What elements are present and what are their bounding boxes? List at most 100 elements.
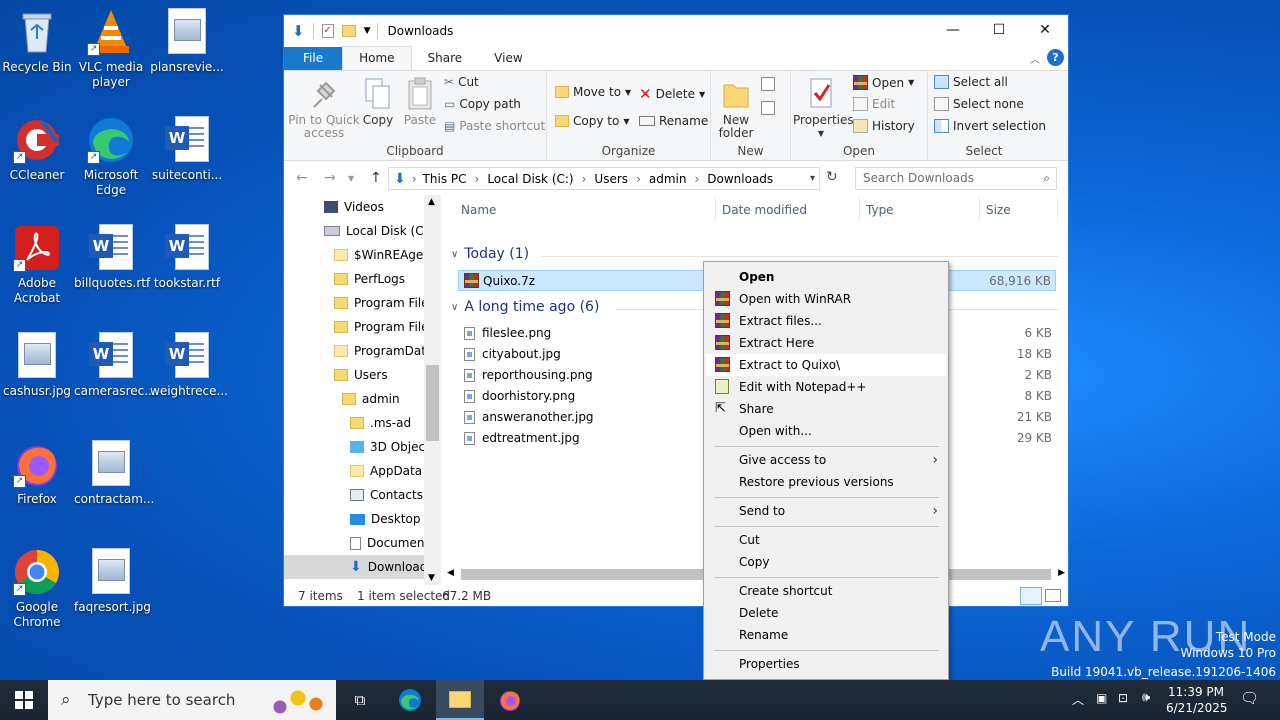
navigation-scrollbar[interactable]: ▲ ▼ (424, 195, 441, 585)
nav-item-winreagent[interactable]: $WinREAgent (334, 243, 436, 267)
open-button[interactable]: Open ▼ (853, 75, 914, 90)
copy-to-button[interactable]: Copy to ▼ (555, 114, 629, 128)
nav-item-ms-ad[interactable]: .ms-ad (350, 411, 411, 435)
paste-shortcut-button[interactable]: ▤ Paste shortcut (444, 119, 545, 133)
desktop-icon-billquotes[interactable]: W billquotes.rtf (74, 224, 150, 291)
close-button[interactable]: ✕ (1022, 15, 1068, 45)
tab-home[interactable]: Home (342, 46, 412, 70)
address-bar[interactable]: ⬇ › This PC › Local Disk (C:) › Users › … (388, 167, 820, 190)
network-status-icon[interactable]: ▣ (1096, 691, 1107, 705)
scroll-down-icon[interactable]: ▼ (428, 573, 435, 583)
copy-path-button[interactable]: ▭ Copy path (444, 97, 521, 111)
new-folder-button[interactable]: New folder (715, 77, 757, 140)
minimize-button[interactable]: — (930, 15, 976, 45)
pin-quick-access-button[interactable]: Pin to Quick access (288, 77, 360, 140)
scroll-left-icon[interactable]: ◀ (447, 568, 454, 578)
forward-arrow-icon[interactable]: → (324, 170, 336, 186)
volume-icon[interactable]: 🕪 (1142, 690, 1150, 705)
menu-item-rename[interactable]: Rename (706, 624, 946, 646)
desktop-icon-cashusr[interactable]: cashusr.jpg (0, 332, 74, 399)
column-date-modified[interactable]: Date modified (722, 203, 807, 217)
scroll-thumb[interactable] (426, 365, 439, 441)
desktop-icon-edge[interactable]: ↗ Microsoft Edge (74, 116, 148, 198)
copy-button[interactable]: Copy (360, 77, 396, 127)
desktop-icon-recycle-bin[interactable]: Recycle Bin (0, 8, 74, 75)
nav-item-documents[interactable]: Documents (350, 531, 435, 555)
desktop-icon-vlc[interactable]: ↗ VLC media player (74, 8, 148, 90)
nav-item-desktop[interactable]: Desktop (350, 507, 421, 531)
nav-item-videos[interactable]: Videos (324, 195, 384, 219)
nav-item-programdata[interactable]: ProgramData (334, 339, 433, 363)
select-none-button[interactable]: Select none (934, 97, 1024, 111)
menu-item-copy[interactable]: Copy (706, 551, 946, 573)
paste-button[interactable]: Paste (402, 77, 438, 127)
history-button[interactable]: History (853, 119, 915, 133)
breadcrumb-admin[interactable]: admin (649, 172, 687, 186)
menu-item-open[interactable]: Open (706, 266, 946, 288)
new-item-icon[interactable] (761, 77, 775, 91)
nav-item-admin[interactable]: admin (342, 387, 400, 411)
breadcrumb-local-disk[interactable]: Local Disk (C:) (487, 172, 573, 186)
menu-item-restore-previous-versions[interactable]: Restore previous versions (706, 471, 946, 493)
menu-item-open-with-winrar[interactable]: Open with WinRAR (706, 288, 946, 310)
column-type[interactable]: Type (866, 203, 894, 217)
desktop-icon-faqresort[interactable]: faqresort.jpg (74, 548, 151, 615)
notifications-icon[interactable]: 🗨 (1240, 689, 1259, 707)
tab-view[interactable]: View (478, 47, 538, 70)
menu-item-properties[interactable]: Properties (706, 653, 946, 675)
rename-button[interactable]: Rename (639, 114, 708, 128)
menu-item-extract-to-quixo[interactable]: Extract to Quixo\ (706, 354, 946, 376)
move-to-button[interactable]: Move to ▼ (555, 85, 631, 99)
tab-file[interactable]: File (284, 47, 343, 70)
menu-item-cut[interactable]: Cut (706, 529, 946, 551)
edit-button[interactable]: Edit (853, 97, 895, 111)
menu-item-edit-with-notepadpp[interactable]: Edit with Notepad++ (706, 376, 946, 398)
desktop-icon-acrobat[interactable]: ↗ Adobe Acrobat (0, 224, 74, 306)
nav-item-users[interactable]: Users (334, 363, 388, 387)
delete-button[interactable]: ✕ Delete ▼ (639, 85, 705, 103)
properties-check-icon[interactable]: ✓ (321, 24, 334, 38)
group-header-long-time-ago[interactable]: ∨ A long time ago (6) (451, 299, 599, 315)
select-all-button[interactable]: Select all (934, 75, 1008, 89)
new-folder-icon[interactable] (341, 25, 356, 37)
easy-access-icon[interactable] (761, 101, 775, 115)
recent-locations-icon[interactable]: ▼ (348, 174, 354, 183)
cut-button[interactable]: ✂ Cut (444, 75, 479, 89)
breadcrumb-downloads[interactable]: Downloads (707, 172, 773, 186)
column-name[interactable]: Name (461, 203, 496, 217)
task-view-button[interactable]: ⧉ (336, 680, 384, 720)
breadcrumb-this-pc[interactable]: This PC (423, 172, 467, 186)
search-input[interactable]: Search Downloads ⌕ (855, 167, 1057, 190)
menu-item-extract-files[interactable]: Extract files... (706, 310, 946, 332)
customize-toolbar-icon[interactable]: ▼ (364, 26, 371, 36)
taskbar-search-box[interactable]: ⌕ Type here to search (48, 680, 336, 720)
desktop-icon-firefox[interactable]: ↗ Firefox (0, 440, 74, 507)
properties-button[interactable]: Properties ▼ (793, 77, 854, 140)
menu-item-create-shortcut[interactable]: Create shortcut (706, 580, 946, 602)
nav-item-appdata[interactable]: AppData (350, 459, 422, 483)
network-icon[interactable]: ⊡ (1118, 691, 1128, 705)
large-icons-view-icon[interactable] (1045, 589, 1061, 602)
help-icon[interactable]: ? (1047, 49, 1064, 66)
taskbar-file-explorer[interactable] (436, 680, 484, 720)
breadcrumb-users[interactable]: Users (594, 172, 628, 186)
nav-item-contacts[interactable]: Contacts (350, 483, 423, 507)
start-button[interactable] (0, 680, 48, 720)
maximize-button[interactable]: ☐ (976, 15, 1022, 45)
invert-selection-button[interactable]: Invert selection (934, 119, 1046, 133)
menu-item-send-to[interactable]: Send to › (706, 500, 946, 522)
desktop-icon-weightrece[interactable]: W weightrece... (150, 332, 228, 399)
nav-item-downloads[interactable]: ⬇ Downloads (284, 555, 434, 579)
nav-item-perflogs[interactable]: PerfLogs (334, 267, 405, 291)
menu-item-extract-here[interactable]: Extract Here (706, 332, 946, 354)
taskbar-firefox[interactable] (486, 680, 534, 720)
desktop-icon-chrome[interactable]: ↗ Google Chrome (0, 548, 74, 630)
desktop-icon-tookstar[interactable]: W tookstar.rtf (150, 224, 224, 291)
desktop-icon-camerasrec[interactable]: W camerasrec... (74, 332, 156, 399)
menu-item-share[interactable]: ⇱ Share (706, 398, 946, 420)
taskbar-edge[interactable] (386, 680, 434, 720)
scroll-up-icon[interactable]: ▲ (428, 197, 435, 207)
menu-item-delete[interactable]: Delete (706, 602, 946, 624)
show-hidden-icons-icon[interactable]: ︿ (1072, 691, 1084, 708)
scroll-right-icon[interactable]: ▶ (1058, 568, 1065, 578)
